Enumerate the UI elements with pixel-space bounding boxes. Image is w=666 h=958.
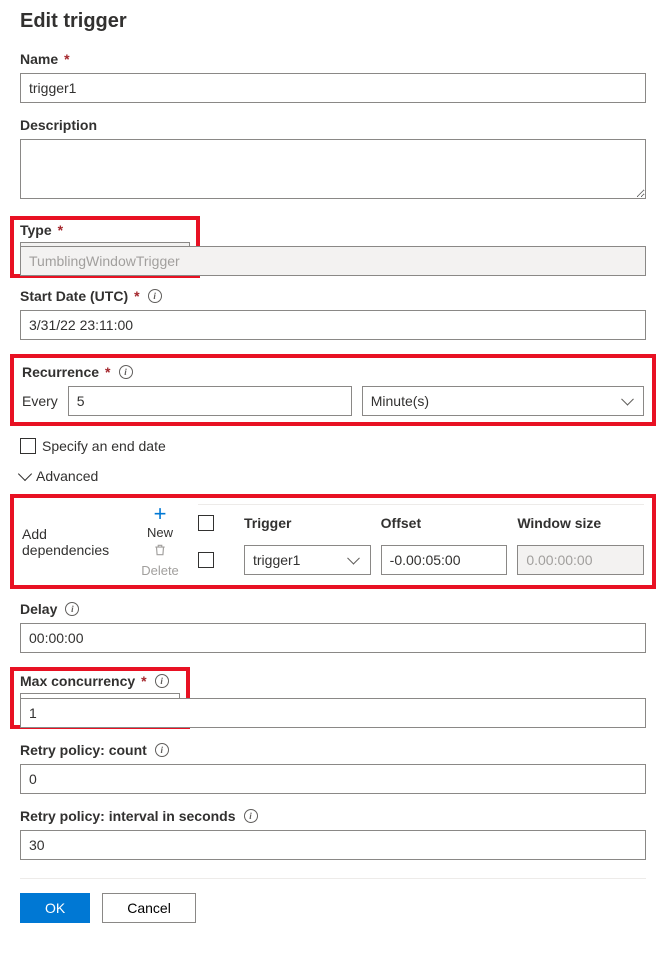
col-offset: Offset xyxy=(381,515,508,531)
recurrence-label-text: Recurrence xyxy=(22,364,99,380)
type-highlight-box: Type * xyxy=(20,216,646,276)
description-field: Description xyxy=(20,117,646,202)
max-concurrency-input[interactable] xyxy=(20,698,646,728)
new-dependency-button[interactable]: New xyxy=(147,525,173,540)
delete-dependency-button: Delete xyxy=(141,563,179,578)
recurrence-unit-value[interactable] xyxy=(362,386,644,416)
recurrence-highlight-box: Recurrence * i Every xyxy=(10,354,656,426)
start-date-field: Start Date (UTC) * i xyxy=(20,288,646,340)
dependency-windowsize-input xyxy=(517,545,644,575)
start-date-label-text: Start Date (UTC) xyxy=(20,288,128,304)
start-date-label: Start Date (UTC) * i xyxy=(20,288,646,304)
page-title: Edit trigger xyxy=(20,10,646,33)
name-field: Name * xyxy=(20,51,646,103)
recurrence-label: Recurrence * i xyxy=(22,364,644,380)
max-concurrency-highlight: Max concurrency * i xyxy=(20,667,646,728)
specify-end-checkbox-row[interactable]: Specify an end date xyxy=(20,438,646,454)
table-row: trigger1 xyxy=(198,541,644,579)
retry-interval-label: Retry policy: interval in seconds i xyxy=(20,808,646,824)
retry-interval-input[interactable] xyxy=(20,830,646,860)
col-trigger: Trigger xyxy=(244,515,371,531)
trash-icon xyxy=(153,542,167,561)
name-label-text: Name xyxy=(20,51,58,67)
checkbox-icon[interactable] xyxy=(20,438,36,454)
dependencies-highlight-box: Add dependencies + New Delete Trigger Of… xyxy=(10,494,656,589)
info-icon[interactable]: i xyxy=(155,743,169,757)
dependencies-table: Trigger Offset Window size trigger1 xyxy=(198,504,644,579)
ok-button[interactable]: OK xyxy=(20,893,90,923)
retry-count-field: Retry policy: count i xyxy=(20,742,646,794)
retry-interval-field: Retry policy: interval in seconds i xyxy=(20,808,646,860)
name-label: Name * xyxy=(20,51,646,67)
advanced-label: Advanced xyxy=(36,468,98,484)
checkbox-icon-row[interactable] xyxy=(198,552,214,568)
recurrence-unit-select[interactable] xyxy=(362,386,644,416)
dependencies-label: Add dependencies xyxy=(22,504,122,579)
every-label: Every xyxy=(22,393,58,409)
advanced-toggle[interactable]: Advanced xyxy=(20,468,646,484)
required-asterisk: * xyxy=(134,288,139,304)
info-icon[interactable]: i xyxy=(65,602,79,616)
type-label-text: Type xyxy=(20,222,52,238)
chevron-down-icon xyxy=(18,467,32,481)
max-concurrency-label: Max concurrency * i xyxy=(20,673,180,689)
retry-count-label: Retry policy: count i xyxy=(20,742,646,758)
description-label: Description xyxy=(20,117,646,133)
info-icon[interactable]: i xyxy=(155,674,169,688)
col-window-size: Window size xyxy=(517,515,644,531)
type-label: Type * xyxy=(20,222,190,238)
required-asterisk: * xyxy=(64,51,69,67)
footer: OK Cancel xyxy=(20,878,646,923)
type-input xyxy=(20,246,646,276)
retry-interval-label-text: Retry policy: interval in seconds xyxy=(20,808,236,824)
specify-end-label: Specify an end date xyxy=(42,438,166,454)
dependency-trigger-select[interactable]: trigger1 xyxy=(244,545,371,575)
required-asterisk: * xyxy=(58,222,63,238)
info-icon[interactable]: i xyxy=(119,365,133,379)
start-date-input[interactable] xyxy=(20,310,646,340)
cancel-button[interactable]: Cancel xyxy=(102,893,196,923)
recurrence-every-input[interactable] xyxy=(68,386,352,416)
info-icon[interactable]: i xyxy=(148,289,162,303)
delay-field: Delay i xyxy=(20,601,646,653)
dependency-offset-input[interactable] xyxy=(381,545,508,575)
delay-input[interactable] xyxy=(20,623,646,653)
delay-label-text: Delay xyxy=(20,601,57,617)
retry-count-label-text: Retry policy: count xyxy=(20,742,147,758)
max-concurrency-label-text: Max concurrency xyxy=(20,673,135,689)
dependency-trigger-value: trigger1 xyxy=(253,552,300,568)
description-textarea[interactable] xyxy=(20,139,646,199)
description-label-text: Description xyxy=(20,117,97,133)
name-input[interactable] xyxy=(20,73,646,103)
required-asterisk: * xyxy=(105,364,110,380)
required-asterisk: * xyxy=(141,673,146,689)
retry-count-input[interactable] xyxy=(20,764,646,794)
delay-label: Delay i xyxy=(20,601,646,617)
info-icon[interactable]: i xyxy=(244,809,258,823)
checkbox-icon-header[interactable] xyxy=(198,515,214,531)
plus-icon[interactable]: + xyxy=(154,505,167,523)
